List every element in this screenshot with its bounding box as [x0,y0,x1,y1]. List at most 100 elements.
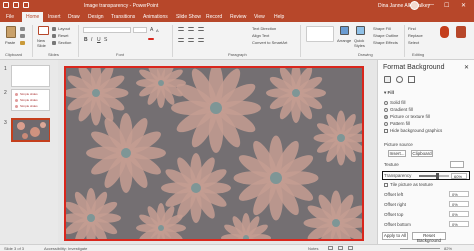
fill-tab-icon[interactable] [384,76,391,83]
effects-tab-icon[interactable] [396,76,403,83]
underline-icon[interactable]: U [97,37,101,43]
transparency-slider[interactable] [419,173,449,179]
new-slide-label[interactable]: New Slide [37,38,51,48]
thumbnail-text: Simple slides [20,92,38,96]
text-direction-button[interactable]: Text Direction [252,26,276,31]
gradient-fill-option[interactable]: Gradient fill [384,107,413,112]
slide-sorter-icon[interactable] [338,246,343,250]
align-right-icon[interactable] [198,38,204,42]
insert-button[interactable]: Insert... [388,150,406,157]
convert-smartart-button[interactable]: Convert to SmartArt [252,40,287,45]
section-button[interactable]: Section [58,40,71,45]
normal-view-icon[interactable] [328,246,333,250]
line-spacing-icon[interactable] [198,27,204,31]
reset-background-button[interactable]: Reset Background [412,232,446,243]
tab-animations[interactable]: Animations [143,14,168,20]
autosave-icon[interactable] [3,2,9,8]
align-left-icon[interactable] [178,38,184,42]
thumbnail-number: 2 [4,90,7,96]
tab-slide-show[interactable]: Slide Show [176,14,201,20]
divider [300,25,301,57]
align-center-icon[interactable] [188,38,194,42]
tab-review[interactable]: Review [230,14,246,20]
tab-insert[interactable]: Insert [48,14,61,20]
cut-icon[interactable] [20,27,25,31]
transparency-slider-thumb[interactable] [435,173,439,179]
transparency-spinner[interactable]: 60% [451,173,467,179]
clipboard-button[interactable]: Clipboard [411,150,433,157]
save-icon[interactable] [13,2,19,8]
slide-thumbnail-1[interactable] [11,65,50,87]
offset-left-input[interactable]: 0% [449,191,469,197]
texture-picker[interactable] [450,161,464,168]
numbering-icon[interactable] [188,27,194,31]
tab-design[interactable]: Design [88,14,104,20]
zoom-slider[interactable] [400,248,440,249]
bullets-icon[interactable] [178,27,184,31]
shape-outline-button[interactable]: Shape Outline [373,33,398,38]
thumbnail-number: 3 [4,120,7,126]
paragraph-group-label: Paragraph [228,52,247,57]
tab-home[interactable]: Home [22,12,44,22]
reading-view-icon[interactable] [348,246,353,250]
minimize-button[interactable]: — [428,2,434,8]
select-button[interactable]: Select [408,40,419,45]
align-text-button[interactable]: Align Text [252,33,269,38]
offset-bottom-input[interactable]: 0% [449,221,469,227]
tile-picture-option[interactable]: Tile picture as texture [384,182,433,187]
slide-thumbnail-3[interactable] [11,118,50,142]
radio-icon [384,121,388,126]
notes-button[interactable]: Notes [308,246,318,251]
picture-tab-icon[interactable] [408,76,415,83]
hide-background-graphics[interactable]: Hide background graphics [384,128,442,133]
font-color-icon[interactable] [148,38,154,40]
shape-fill-button[interactable]: Shape Fill [373,26,391,31]
font-name-select[interactable] [83,27,131,33]
quick-styles-label[interactable]: Quick Styles [354,38,368,48]
layout-button[interactable]: Layout [58,26,70,31]
close-icon[interactable]: ✕ [464,64,469,71]
bold-icon[interactable]: B [84,37,88,43]
maximize-button[interactable]: ☐ [444,2,449,9]
quick-styles-icon[interactable] [356,26,365,35]
close-button[interactable]: ✕ [461,2,466,9]
tab-draw[interactable]: Draw [68,14,80,20]
arrange-label[interactable]: Arrange [337,38,351,43]
slide-thumbnail-2[interactable]: Simple slides Simple slides Simple slide… [11,89,50,111]
paste-icon[interactable] [6,26,16,38]
font-size-select[interactable] [133,27,147,33]
replace-button[interactable]: Replace [408,33,423,38]
strikethrough-icon[interactable]: S [104,37,107,43]
designer-icon[interactable] [456,26,466,38]
accessibility-status[interactable]: Accessibility: Investigate [44,246,87,251]
shapes-gallery[interactable] [306,26,334,42]
apply-to-all-button[interactable]: Apply to All [382,232,408,240]
offset-right-input[interactable]: 0% [449,201,469,207]
copy-icon[interactable] [20,34,25,38]
tab-view[interactable]: View [254,14,265,20]
paste-label[interactable]: Paste [5,40,15,45]
italic-icon[interactable]: I [91,37,92,43]
picture-fill-option[interactable]: Picture or texture fill [384,114,430,119]
find-button[interactable]: Find [408,26,416,31]
tab-help[interactable]: Help [274,14,284,20]
offset-top-input[interactable]: 0% [449,211,469,217]
fill-section-header[interactable]: ▾ Fill [384,90,394,96]
current-slide[interactable] [64,66,364,241]
tab-record[interactable]: Record [206,14,222,20]
shape-effects-button[interactable]: Shape Effects [373,40,398,45]
pattern-fill-option[interactable]: Pattern fill [384,121,410,126]
new-slide-icon[interactable] [38,26,49,35]
tab-file[interactable]: File [6,14,14,20]
format-painter-icon[interactable] [20,41,25,45]
font-shrink-icon[interactable]: A [156,28,159,33]
tab-transitions[interactable]: Transitions [111,14,135,20]
zoom-level[interactable]: 82% [444,246,452,251]
arrange-icon[interactable] [340,26,349,35]
solid-fill-option[interactable]: Solid fill [384,100,406,105]
reset-button[interactable]: Reset [58,33,68,38]
dictate-icon[interactable] [440,26,449,38]
avatar[interactable] [410,1,419,10]
undo-icon[interactable] [23,2,29,8]
font-grow-icon[interactable]: A [150,27,153,33]
